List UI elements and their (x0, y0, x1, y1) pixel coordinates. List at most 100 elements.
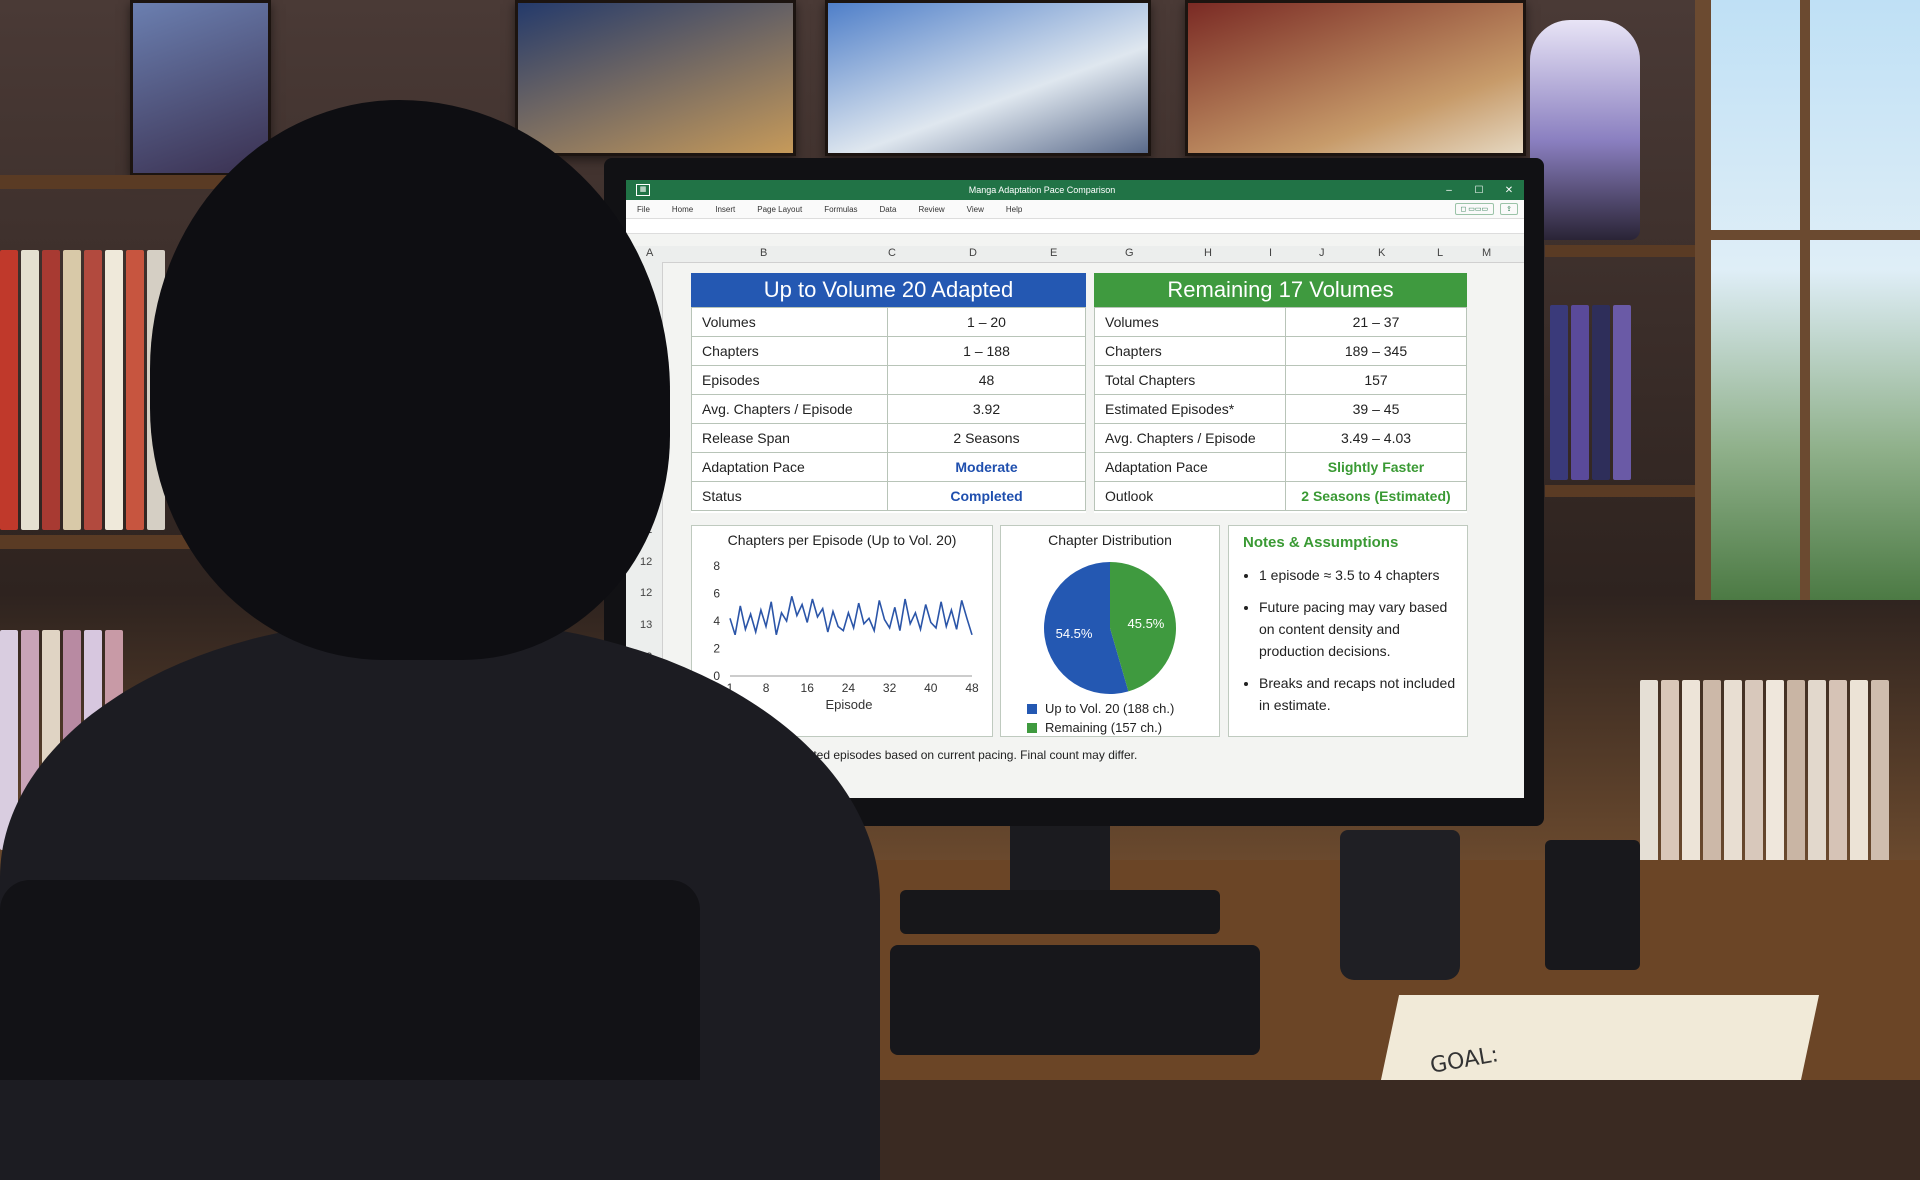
note-item: Breaks and recaps not included in estima… (1259, 672, 1457, 716)
x-tick-label: 40 (924, 681, 938, 695)
table-cell-label[interactable]: Adaptation Pace (691, 452, 888, 482)
column-header[interactable]: M (1482, 247, 1491, 259)
column-header[interactable]: D (969, 247, 977, 259)
column-header[interactable]: B (760, 247, 767, 259)
table-row: Volumes 21 – 37 (1094, 307, 1467, 337)
table-cell-label[interactable]: Avg. Chapters / Episode (1094, 423, 1286, 453)
table-cell-value[interactable]: 1 – 20 (887, 307, 1086, 337)
table-cell-label[interactable]: Chapters (1094, 336, 1286, 366)
adapted-table: Volumes 1 – 20 Chapters 1 – 188 Episodes 48… (691, 307, 1086, 511)
column-header[interactable]: I (1269, 247, 1272, 259)
x-tick-label: 24 (842, 681, 856, 695)
column-header[interactable]: G (1125, 247, 1134, 259)
legend-swatch-green (1027, 722, 1037, 733)
share-button[interactable]: ⇪ (1500, 203, 1518, 215)
remaining-table-title: Remaining 17 Volumes (1094, 273, 1467, 307)
x-tick-label: 32 (883, 681, 897, 695)
table-cell-label[interactable]: Chapters (691, 336, 888, 366)
close-icon[interactable]: ✕ (1494, 185, 1524, 196)
tab-view[interactable]: View (956, 205, 995, 214)
adapted-summary-table: Up to Volume 20 Adapted Volumes 1 – 20 Ch… (691, 273, 1086, 513)
column-header[interactable]: J (1319, 247, 1325, 259)
table-row: Volumes 1 – 20 (691, 307, 1086, 337)
column-header[interactable]: L (1437, 247, 1443, 259)
table-cell-label[interactable]: Release Span (691, 423, 888, 453)
column-header[interactable]: H (1204, 247, 1212, 259)
table-row: Chapters 1 – 188 (691, 336, 1086, 366)
table-row: Release Span 2 Seasons (691, 423, 1086, 453)
monitor-stand (1010, 826, 1110, 896)
table-cell-label[interactable]: Adaptation Pace (1094, 452, 1286, 482)
tab-help[interactable]: Help (995, 205, 1033, 214)
table-row: Adaptation Pace Slightly Faster (1094, 452, 1467, 482)
table-cell-value[interactable]: Slightly Faster (1285, 452, 1467, 482)
note-item: 1 episode ≈ 3.5 to 4 chapters (1259, 564, 1457, 586)
table-cell-value[interactable]: 21 – 37 (1285, 307, 1467, 337)
legend-label: Up to Vol. 20 (188 ch.) (1045, 701, 1175, 716)
spreadsheet-window: ▦ Manga Adaptation Pace Comparison – ☐ ✕… (626, 180, 1524, 798)
coffee-mug (1340, 830, 1460, 980)
table-cell-value[interactable]: 189 – 345 (1285, 336, 1467, 366)
table-cell-value[interactable]: 157 (1285, 365, 1467, 395)
table-cell-label[interactable]: Episodes (691, 365, 888, 395)
comments-button[interactable]: ◻ ▭▭▭ (1454, 203, 1495, 215)
pie-chart-panel[interactable]: Chapter Distribution 54.5% 45.5% Up to Vo… (1000, 525, 1220, 737)
monitor-stand-base (900, 890, 1220, 934)
window-frame (1800, 0, 1810, 600)
minimize-icon[interactable]: – (1434, 185, 1464, 196)
table-cell-value[interactable]: 48 (887, 365, 1086, 395)
remaining-summary-table: Remaining 17 Volumes Volumes 21 – 37 Chap… (1094, 273, 1467, 513)
anime-poster (825, 0, 1151, 156)
notes-list: 1 episode ≈ 3.5 to 4 chapters Future pac… (1243, 564, 1457, 726)
tab-data[interactable]: Data (869, 205, 908, 214)
x-tick-label: 16 (801, 681, 815, 695)
table-cell-label[interactable]: Avg. Chapters / Episode (691, 394, 888, 424)
x-tick-label: 8 (763, 681, 770, 695)
table-cell-value[interactable]: 3.49 – 4.03 (1285, 423, 1467, 453)
notes-panel: Notes & Assumptions 1 episode ≈ 3.5 to 4… (1228, 525, 1468, 737)
legend-label: Remaining (157 ch.) (1045, 720, 1163, 735)
table-cell-value[interactable]: 2 Seasons (Estimated) (1285, 481, 1467, 511)
adapted-table-title: Up to Volume 20 Adapted (691, 273, 1086, 307)
manga-books (1550, 305, 1631, 480)
note-item: Future pacing may vary based on content … (1259, 596, 1457, 662)
tab-page-layout[interactable]: Page Layout (746, 205, 813, 214)
hair (150, 100, 670, 660)
column-header[interactable]: E (1050, 247, 1057, 259)
table-cell-label[interactable]: Status (691, 481, 888, 511)
table-cell-value[interactable]: Moderate (887, 452, 1086, 482)
tab-review[interactable]: Review (907, 205, 955, 214)
office-chair (0, 880, 700, 1080)
ribbon-tabs: File Home Insert Page Layout Formulas Da… (626, 200, 1524, 219)
table-cell-label[interactable]: Volumes (1094, 307, 1286, 337)
table-cell-value[interactable]: Completed (887, 481, 1086, 511)
table-cell-value[interactable]: 39 – 45 (1285, 394, 1467, 424)
maximize-icon[interactable]: ☐ (1464, 185, 1494, 196)
table-cell-label[interactable]: Outlook (1094, 481, 1286, 511)
tab-formulas[interactable]: Formulas (813, 205, 868, 214)
table-cell-value[interactable]: 2 Seasons (887, 423, 1086, 453)
bookshelf (1545, 245, 1695, 257)
pie-legend-item: Up to Vol. 20 (188 ch.) (1027, 701, 1174, 716)
pie-chart: 54.5% 45.5% (1044, 562, 1176, 694)
column-header[interactable]: K (1378, 247, 1385, 259)
pie-slice-label: 54.5% (1056, 626, 1093, 641)
column-header[interactable]: C (888, 247, 896, 259)
table-cell-label[interactable]: Estimated Episodes* (1094, 394, 1286, 424)
table-cell-label[interactable]: Volumes (691, 307, 888, 337)
table-row: Avg. Chapters / Episode 3.92 (691, 394, 1086, 424)
series-line (729, 596, 973, 636)
column-headers: A B C D E G H I J K L M (626, 246, 1524, 263)
anime-figure (1530, 20, 1640, 240)
x-tick-label: 48 (965, 681, 979, 695)
pie-legend-item: Remaining (157 ch.) (1027, 720, 1162, 735)
formula-bar[interactable] (626, 219, 1524, 234)
table-cell-label[interactable]: Total Chapters (1094, 365, 1286, 395)
table-cell-value[interactable]: 1 – 188 (887, 336, 1086, 366)
table-cell-value[interactable]: 3.92 (887, 394, 1086, 424)
window-frame (1695, 0, 1711, 600)
window-title: Manga Adaptation Pace Comparison (968, 185, 1116, 195)
notes-title: Notes & Assumptions (1243, 534, 1399, 551)
table-row: Status Completed (691, 481, 1086, 511)
table-row: Total Chapters 157 (1094, 365, 1467, 395)
